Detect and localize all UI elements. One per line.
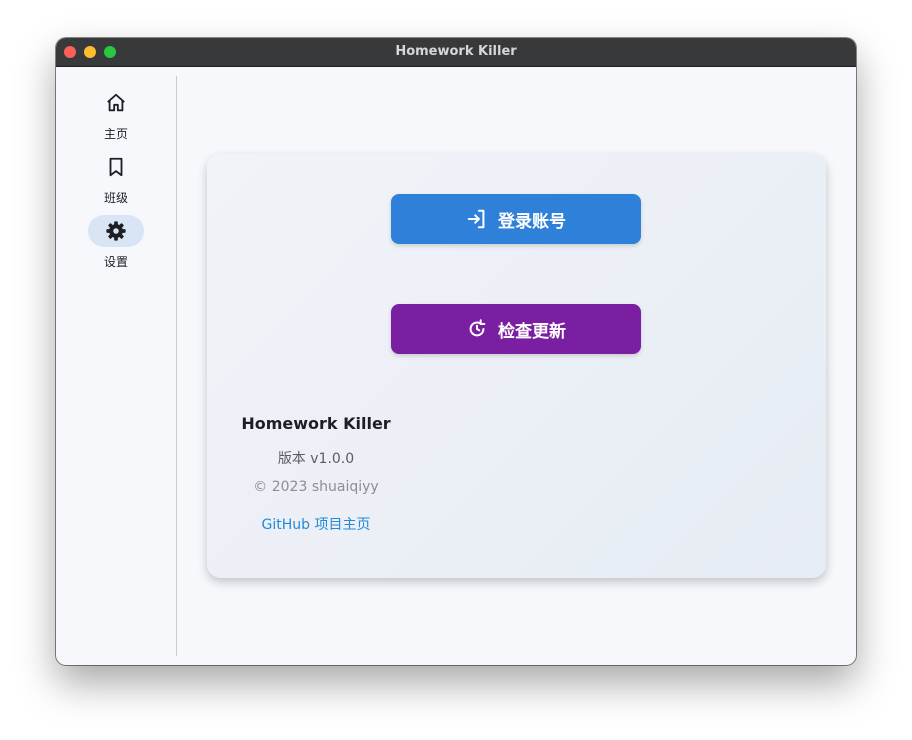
app-name: Homework Killer — [241, 414, 391, 433]
version-text: 版本 v1.0.0 — [277, 451, 355, 467]
github-link[interactable]: GitHub 项目主页 — [227, 514, 405, 534]
home-icon — [107, 93, 125, 112]
sidebar-item-label: 班级 — [103, 191, 128, 205]
check-update-button[interactable]: 检查更新 — [391, 304, 641, 354]
copyright-text: © 2023 shuaiqiyy — [253, 479, 379, 495]
settings-card: 登录账号 检查更新 Homework Killer 版本 v1.0.0 © 20… — [207, 154, 826, 578]
login-button-label: 登录账号 — [498, 211, 566, 232]
app-window: Homework Killer 主页 班级 设置 登录账号 检查更新 Homew… — [56, 38, 856, 665]
sidebar-item-class[interactable]: 班级 — [56, 151, 176, 211]
home-icon-container — [88, 87, 144, 119]
sidebar-item-label: 设置 — [103, 255, 128, 269]
sidebar-item-label: 主页 — [103, 127, 128, 141]
gear-icon — [106, 221, 126, 241]
refresh-icon — [469, 319, 486, 337]
login-icon — [467, 209, 485, 229]
login-button[interactable]: 登录账号 — [391, 194, 641, 244]
window-title: Homework Killer — [395, 44, 517, 59]
title-bar: Homework Killer — [56, 38, 856, 67]
sidebar-item-home[interactable]: 主页 — [56, 87, 176, 147]
bookmark-icon — [109, 157, 123, 177]
gear-icon-container — [88, 215, 144, 247]
bookmark-icon-container — [88, 151, 144, 183]
check-update-button-label: 检查更新 — [498, 321, 566, 342]
sidebar-nav: 主页 班级 设置 — [56, 67, 176, 665]
sidebar-item-settings[interactable]: 设置 — [56, 215, 176, 275]
sidebar-divider — [176, 76, 177, 656]
